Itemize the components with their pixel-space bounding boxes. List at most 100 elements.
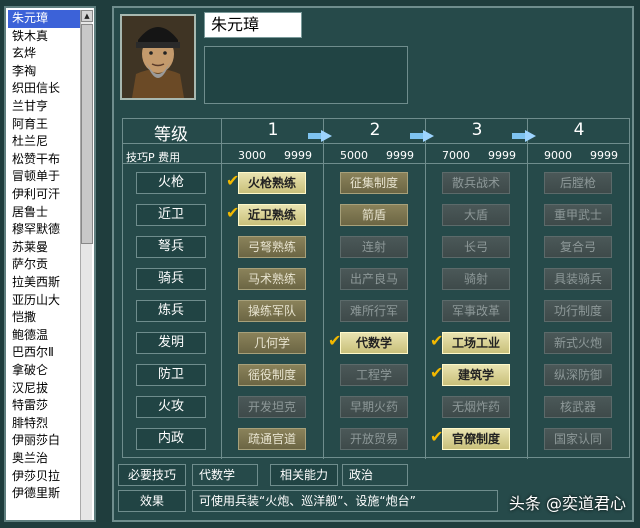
leader-list-item[interactable]: 拉美西斯	[8, 274, 80, 292]
level-header: 等级	[154, 125, 188, 145]
skill-button[interactable]: 徭役制度	[238, 364, 306, 386]
skill-button[interactable]: 连射	[340, 236, 408, 258]
skill-button[interactable]: 近卫熟练	[238, 204, 306, 226]
skill-button[interactable]: 几何学	[238, 332, 306, 354]
grid-divider	[527, 119, 528, 459]
skill-button[interactable]: 复合弓	[544, 236, 612, 258]
leader-list-item[interactable]: 鲍德温	[8, 327, 80, 345]
skill-button[interactable]: 骑射	[442, 268, 510, 290]
row-category-label: 骑兵	[136, 268, 206, 290]
leader-list-item[interactable]: 松赞干布	[8, 151, 80, 169]
learned-check-icon: ✔	[430, 427, 444, 446]
skill-button[interactable]: 难所行军	[340, 300, 408, 322]
leader-list-item[interactable]: 萨尔贡	[8, 256, 80, 274]
effect-label: 效果	[118, 490, 186, 512]
skill-button[interactable]: 操练军队	[238, 300, 306, 322]
leader-list-item[interactable]: 巴西尔Ⅱ	[8, 344, 80, 362]
level-skillpoints: 3000	[238, 149, 266, 162]
skill-button[interactable]: 长弓	[442, 236, 510, 258]
skill-button[interactable]: 马术熟练	[238, 268, 306, 290]
leader-list-item[interactable]: 恺撒	[8, 309, 80, 327]
skill-button[interactable]: 纵深防御	[544, 364, 612, 386]
skill-button[interactable]: 箭盾	[340, 204, 408, 226]
level-skillpoints: 9000	[544, 149, 572, 162]
leader-list-item[interactable]: 亚历山大	[8, 292, 80, 310]
skill-button[interactable]: 无烟炸药	[442, 396, 510, 418]
skill-button[interactable]: 功行制度	[544, 300, 612, 322]
skill-button[interactable]: 新式火炮	[544, 332, 612, 354]
required-skill-label: 必要技巧	[118, 464, 186, 486]
leader-list-scrollbar[interactable]: ▲	[80, 10, 93, 520]
level-number: 3	[471, 120, 483, 140]
scroll-thumb[interactable]	[81, 24, 93, 244]
skill-button[interactable]: 弓弩熟练	[238, 236, 306, 258]
leader-list-item[interactable]: 穆罕默德	[8, 221, 80, 239]
leader-list-item[interactable]: 伊莎贝拉	[8, 468, 80, 486]
arrow-right-icon	[512, 127, 536, 142]
skill-button[interactable]: 开放贸易	[340, 428, 408, 450]
skill-button[interactable]: 后膛枪	[544, 172, 612, 194]
skill-button[interactable]: 疏通官道	[238, 428, 306, 450]
skill-button[interactable]: 核武器	[544, 396, 612, 418]
level-cost: 9999	[590, 149, 618, 162]
scroll-up-button[interactable]: ▲	[81, 10, 93, 22]
leader-list-item[interactable]: 阿育王	[8, 116, 80, 134]
leader-list-item[interactable]: 伊德里斯	[8, 485, 80, 503]
leader-list-item[interactable]: 伊丽莎白	[8, 432, 80, 450]
leader-list-item[interactable]: 杜兰尼	[8, 133, 80, 151]
leader-list-item[interactable]: 奥兰治	[8, 450, 80, 468]
skill-button[interactable]: 建筑学	[442, 364, 510, 386]
row-category-label: 炼兵	[136, 300, 206, 322]
leader-portrait	[120, 14, 196, 100]
leader-list-item[interactable]: 腓特烈	[8, 415, 80, 433]
skill-button[interactable]: 具装骑兵	[544, 268, 612, 290]
leader-name: 朱元璋	[204, 12, 302, 38]
learned-check-icon: ✔	[430, 363, 444, 382]
leader-list-item[interactable]: 居鲁士	[8, 204, 80, 222]
leader-list-item[interactable]: 玄烨	[8, 45, 80, 63]
leader-description-box	[204, 46, 408, 104]
row-category-label: 防卫	[136, 364, 206, 386]
leader-list-item[interactable]: 兰甘亨	[8, 98, 80, 116]
skill-button[interactable]: 大盾	[442, 204, 510, 226]
leader-list-item[interactable]: 李祹	[8, 63, 80, 81]
arrow-right-icon	[308, 127, 332, 142]
row-category-label: 火枪	[136, 172, 206, 194]
grid-divider	[425, 119, 426, 459]
skill-button[interactable]: 出产良马	[340, 268, 408, 290]
leader-list-item[interactable]: 伊利可汗	[8, 186, 80, 204]
leader-list-item[interactable]: 冒顿单于	[8, 168, 80, 186]
leader-list-item[interactable]: 苏莱曼	[8, 239, 80, 257]
row-category-label: 弩兵	[136, 236, 206, 258]
skill-button[interactable]: 火枪熟练	[238, 172, 306, 194]
row-category-label: 内政	[136, 428, 206, 450]
learned-check-icon: ✔	[226, 203, 240, 222]
skill-button[interactable]: 军事改革	[442, 300, 510, 322]
skill-button[interactable]: 工程学	[340, 364, 408, 386]
skill-button[interactable]: 代数学	[340, 332, 408, 354]
level-number: 2	[369, 120, 381, 140]
skill-button[interactable]: 散兵战术	[442, 172, 510, 194]
leader-list-item[interactable]: 拿破仑	[8, 362, 80, 380]
grid-divider	[221, 119, 222, 459]
skill-button[interactable]: 国家认同	[544, 428, 612, 450]
skill-button[interactable]: 重甲武士	[544, 204, 612, 226]
skill-button[interactable]: 开发坦克	[238, 396, 306, 418]
leader-list-item[interactable]: 铁木真	[8, 28, 80, 46]
leader-list-item[interactable]: 织田信长	[8, 80, 80, 98]
level-cost: 9999	[488, 149, 516, 162]
leader-list-item[interactable]: 汉尼拔	[8, 380, 80, 398]
level-number: 4	[573, 120, 585, 140]
leader-list[interactable]: 朱元璋 铁木真 玄烨 李祹 织田信长 兰甘亨 阿育王 杜兰尼 松赞干布 冒顿单于 伊利可汗 居鲁士 穆罕…	[4, 6, 96, 522]
level-cost: 9999	[386, 149, 414, 162]
related-ability-label: 相关能力	[270, 464, 338, 486]
skill-button[interactable]: 早期火药	[340, 396, 408, 418]
row-category-label: 发明	[136, 332, 206, 354]
skill-button[interactable]: 征集制度	[340, 172, 408, 194]
level-skillpoints: 5000	[340, 149, 368, 162]
emperor-portrait-icon	[122, 16, 194, 98]
leader-list-item[interactable]: 特雷莎	[8, 397, 80, 415]
leader-list-item[interactable]: 朱元璋	[8, 10, 80, 28]
skill-button[interactable]: 官僚制度	[442, 428, 510, 450]
skill-button[interactable]: 工场工业	[442, 332, 510, 354]
